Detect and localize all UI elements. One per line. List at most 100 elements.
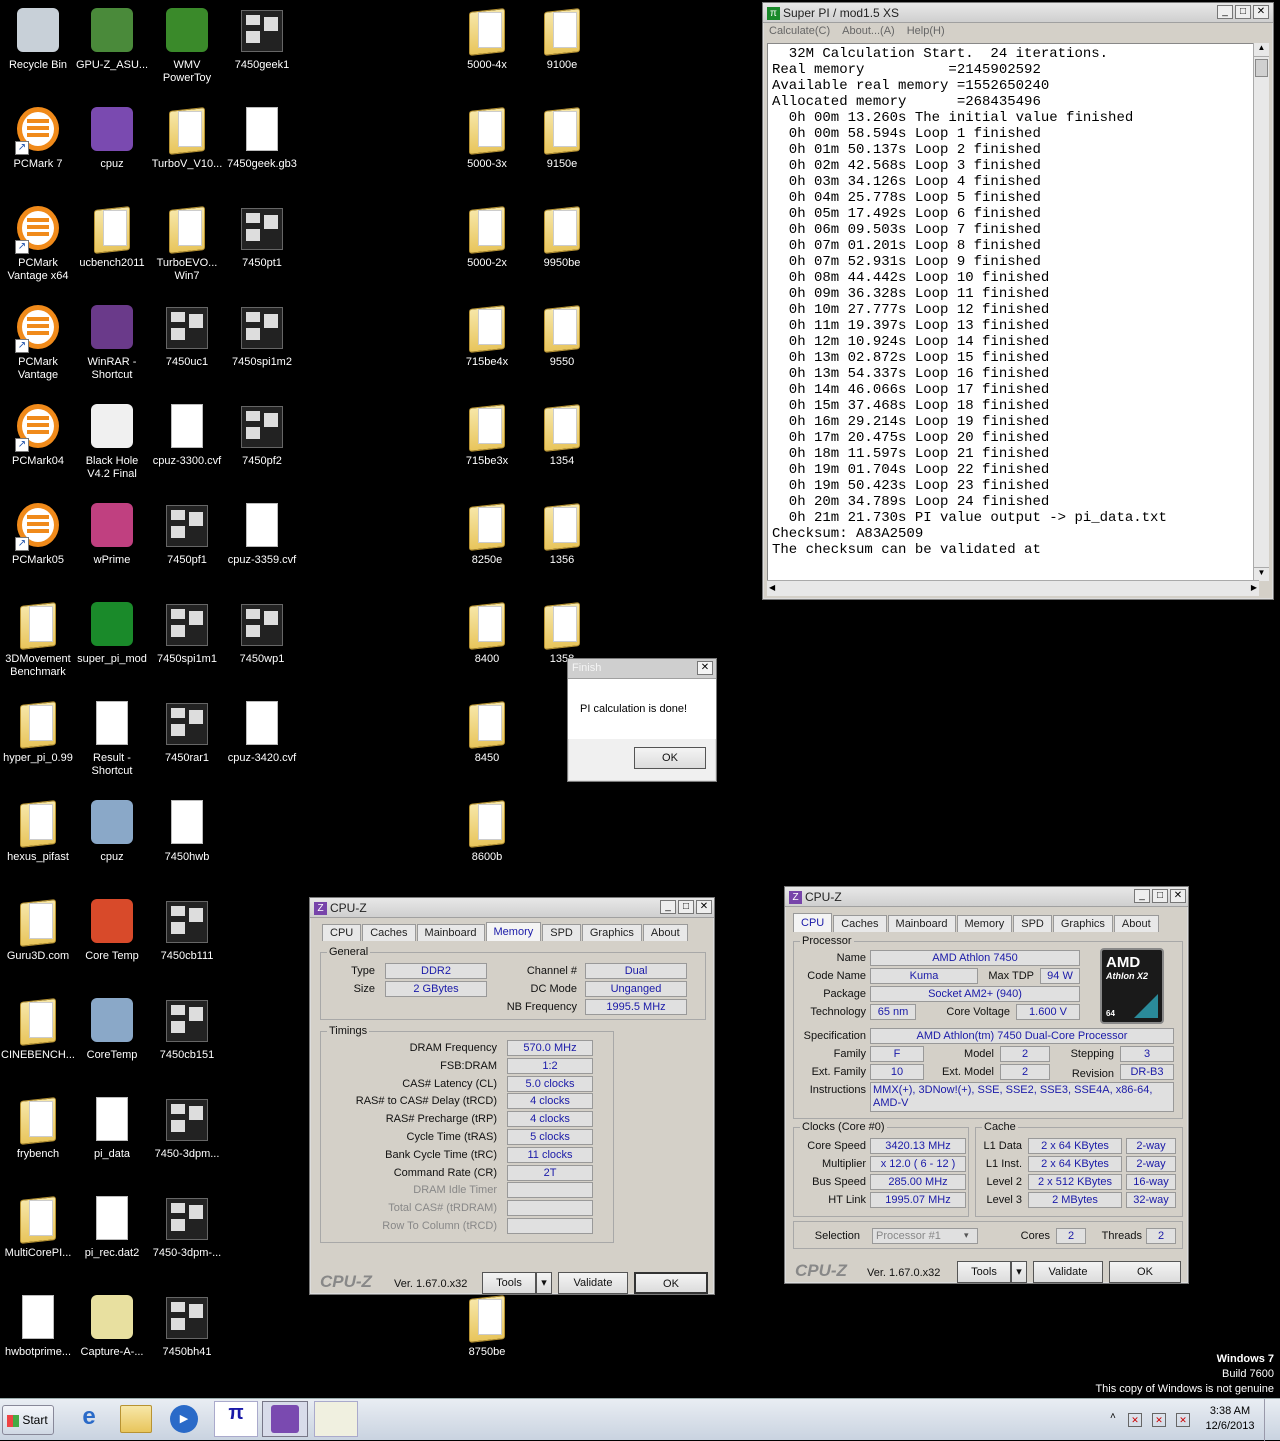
desktop-icon[interactable]: cpuz-3359.cvf — [224, 501, 300, 567]
desktop-icon[interactable]: 8400 — [449, 600, 525, 666]
validate-button[interactable]: Validate — [558, 1272, 628, 1294]
superpi-window[interactable]: π Super PI / mod1.5 XS _ □ ✕ Calculate(C)… — [762, 2, 1274, 600]
desktop-icon[interactable]: hyper_pi_0.99 — [0, 699, 76, 765]
desktop-icon[interactable]: 5000-2x — [449, 204, 525, 270]
desktop-icon[interactable]: 7450rar1 — [149, 699, 225, 765]
desktop-icon[interactable]: 7450pf1 — [149, 501, 225, 567]
desktop-icon[interactable]: 7450geek1 — [224, 6, 300, 72]
desktop-icon[interactable]: 7450pf2 — [224, 402, 300, 468]
desktop-icon[interactable]: hwbotprime... — [0, 1293, 76, 1359]
desktop-icon[interactable]: 1358 — [524, 600, 600, 666]
scroll-thumb[interactable] — [1255, 59, 1268, 77]
desktop-icon[interactable]: Result - Shortcut — [74, 699, 150, 778]
desktop-icon[interactable]: cpuz-3420.cvf — [224, 699, 300, 765]
minimize-button[interactable]: _ — [1217, 5, 1233, 19]
desktop-icon[interactable]: 715be4x — [449, 303, 525, 369]
desktop-icon[interactable]: Guru3D.com — [0, 897, 76, 963]
desktop-icon[interactable]: 715be3x — [449, 402, 525, 468]
desktop-icon[interactable]: Recycle Bin — [0, 6, 76, 72]
scroll-left-button[interactable]: ◀ — [769, 583, 775, 592]
close-button[interactable]: ✕ — [697, 661, 713, 675]
minimize-button[interactable]: _ — [1134, 889, 1150, 903]
vertical-scrollbar[interactable]: ▲ ▼ — [1253, 43, 1269, 581]
tools-button[interactable]: Tools — [482, 1272, 536, 1294]
desktop-icon[interactable]: 7450cb111 — [149, 897, 225, 963]
tab-about[interactable]: About — [642, 924, 688, 941]
desktop-icon[interactable]: 8250e — [449, 501, 525, 567]
desktop-icon[interactable]: ucbench2011 — [74, 204, 150, 270]
tab-graphics[interactable]: Graphics — [581, 924, 642, 941]
desktop-icon[interactable]: 8600b — [449, 798, 525, 864]
desktop-icon[interactable]: 9100e — [524, 6, 600, 72]
desktop-icon[interactable]: cpuz-3300.cvf — [149, 402, 225, 468]
validate-button[interactable]: Validate — [1033, 1261, 1103, 1283]
tray-expand-icon[interactable]: ˄ — [1110, 1411, 1116, 1422]
close-button[interactable]: ✕ — [1170, 889, 1186, 903]
tab-memory[interactable]: Memory — [956, 915, 1013, 932]
desktop-icon[interactable]: CoreTemp — [74, 996, 150, 1062]
menu-about[interactable]: About...(A) — [842, 25, 895, 37]
close-button[interactable]: ✕ — [696, 900, 712, 914]
cpuz-task-icon[interactable] — [262, 1401, 308, 1437]
horizontal-scrollbar[interactable]: ◀ ▶ — [767, 580, 1259, 596]
desktop-icon[interactable]: ↗ PCMark 7 — [0, 105, 76, 171]
desktop-icon[interactable]: 7450hwb — [149, 798, 225, 864]
desktop-icon[interactable]: WMV PowerToy — [149, 6, 225, 85]
media-player-icon[interactable]: ▶ — [170, 1405, 198, 1433]
desktop-icon[interactable]: 5000-3x — [449, 105, 525, 171]
desktop-icon[interactable]: ↗ PCMark05 — [0, 501, 76, 567]
capture-task-icon[interactable] — [314, 1401, 358, 1437]
tray-network-icon[interactable]: ✕ — [1128, 1413, 1142, 1427]
tab-mainboard[interactable]: Mainboard — [887, 915, 956, 932]
desktop-icon[interactable]: pi_rec.dat2 — [74, 1194, 150, 1260]
finish-dialog[interactable]: Finish ✕ PI calculation is done! OK — [567, 658, 717, 782]
desktop-icon[interactable]: 1354 — [524, 402, 600, 468]
desktop-icon[interactable]: super_pi_mod — [74, 600, 150, 666]
scroll-down-button[interactable]: ▼ — [1254, 567, 1269, 581]
tools-button[interactable]: Tools — [957, 1261, 1011, 1283]
desktop-icon[interactable]: 5000-4x — [449, 6, 525, 72]
desktop-icon[interactable]: cpuz — [74, 105, 150, 171]
desktop-icon[interactable]: cpuz — [74, 798, 150, 864]
desktop-icon[interactable]: MultiCorePI... — [0, 1194, 76, 1260]
desktop-icon[interactable]: 7450spi1m2 — [224, 303, 300, 369]
tools-dropdown-button[interactable]: ▾ — [1011, 1261, 1027, 1283]
tab-spd[interactable]: SPD — [542, 924, 581, 941]
desktop-icon[interactable]: Black Hole V4.2 Final — [74, 402, 150, 481]
desktop-icon[interactable]: CINEBENCH... — [0, 996, 76, 1062]
cpuz-cpu-window[interactable]: Z CPU-Z _ □ ✕ CPU Caches Mainboard Memory SPD… — [784, 886, 1189, 1284]
menu-help[interactable]: Help(H) — [907, 25, 945, 37]
ok-button[interactable]: OK — [634, 1272, 708, 1294]
cpuz-memory-window[interactable]: Z CPU-Z _ □ ✕ CPU Caches Mainboard Memory SPD… — [309, 897, 715, 1295]
desktop-icon[interactable]: 9950be — [524, 204, 600, 270]
desktop-icon[interactable]: TurboEVO... Win7 — [149, 204, 225, 283]
scroll-up-button[interactable]: ▲ — [1254, 43, 1269, 57]
desktop-icon[interactable]: Core Temp — [74, 897, 150, 963]
tab-caches[interactable]: Caches — [833, 915, 887, 932]
internet-explorer-icon[interactable]: e — [74, 1403, 104, 1435]
tab-cpu[interactable]: CPU — [322, 924, 362, 941]
desktop-icon[interactable]: ↗ PCMark Vantage x64 — [0, 204, 76, 283]
show-desktop-button[interactable] — [1264, 1399, 1280, 1441]
ok-button[interactable]: OK — [1109, 1261, 1181, 1283]
superpi-task-icon[interactable]: π — [214, 1401, 258, 1437]
maximize-button[interactable]: □ — [1235, 5, 1251, 19]
scroll-right-button[interactable]: ▶ — [1251, 583, 1257, 592]
desktop-icon[interactable]: 9550 — [524, 303, 600, 369]
cpuz-titlebar[interactable]: Z CPU-Z _ □ ✕ — [785, 887, 1188, 907]
desktop-icon[interactable]: 3DMovement Benchmark — [0, 600, 76, 679]
tab-caches[interactable]: Caches — [362, 924, 416, 941]
desktop-icon[interactable]: WinRAR - Shortcut — [74, 303, 150, 382]
desktop-icon[interactable]: 7450bh41 — [149, 1293, 225, 1359]
maximize-button[interactable]: □ — [1152, 889, 1168, 903]
desktop-icon[interactable]: ↗ PCMark Vantage — [0, 303, 76, 382]
desktop-icon[interactable]: wPrime — [74, 501, 150, 567]
desktop-icon[interactable]: 8450 — [449, 699, 525, 765]
desktop-icon[interactable]: 7450-3dpm... — [149, 1095, 225, 1161]
desktop-icon[interactable]: 7450uc1 — [149, 303, 225, 369]
desktop-icon[interactable]: 7450geek.gb3 — [224, 105, 300, 171]
superpi-titlebar[interactable]: π Super PI / mod1.5 XS _ □ ✕ — [763, 3, 1273, 23]
close-button[interactable]: ✕ — [1253, 5, 1269, 19]
maximize-button[interactable]: □ — [678, 900, 694, 914]
desktop-icon[interactable]: 8750be — [449, 1293, 525, 1359]
